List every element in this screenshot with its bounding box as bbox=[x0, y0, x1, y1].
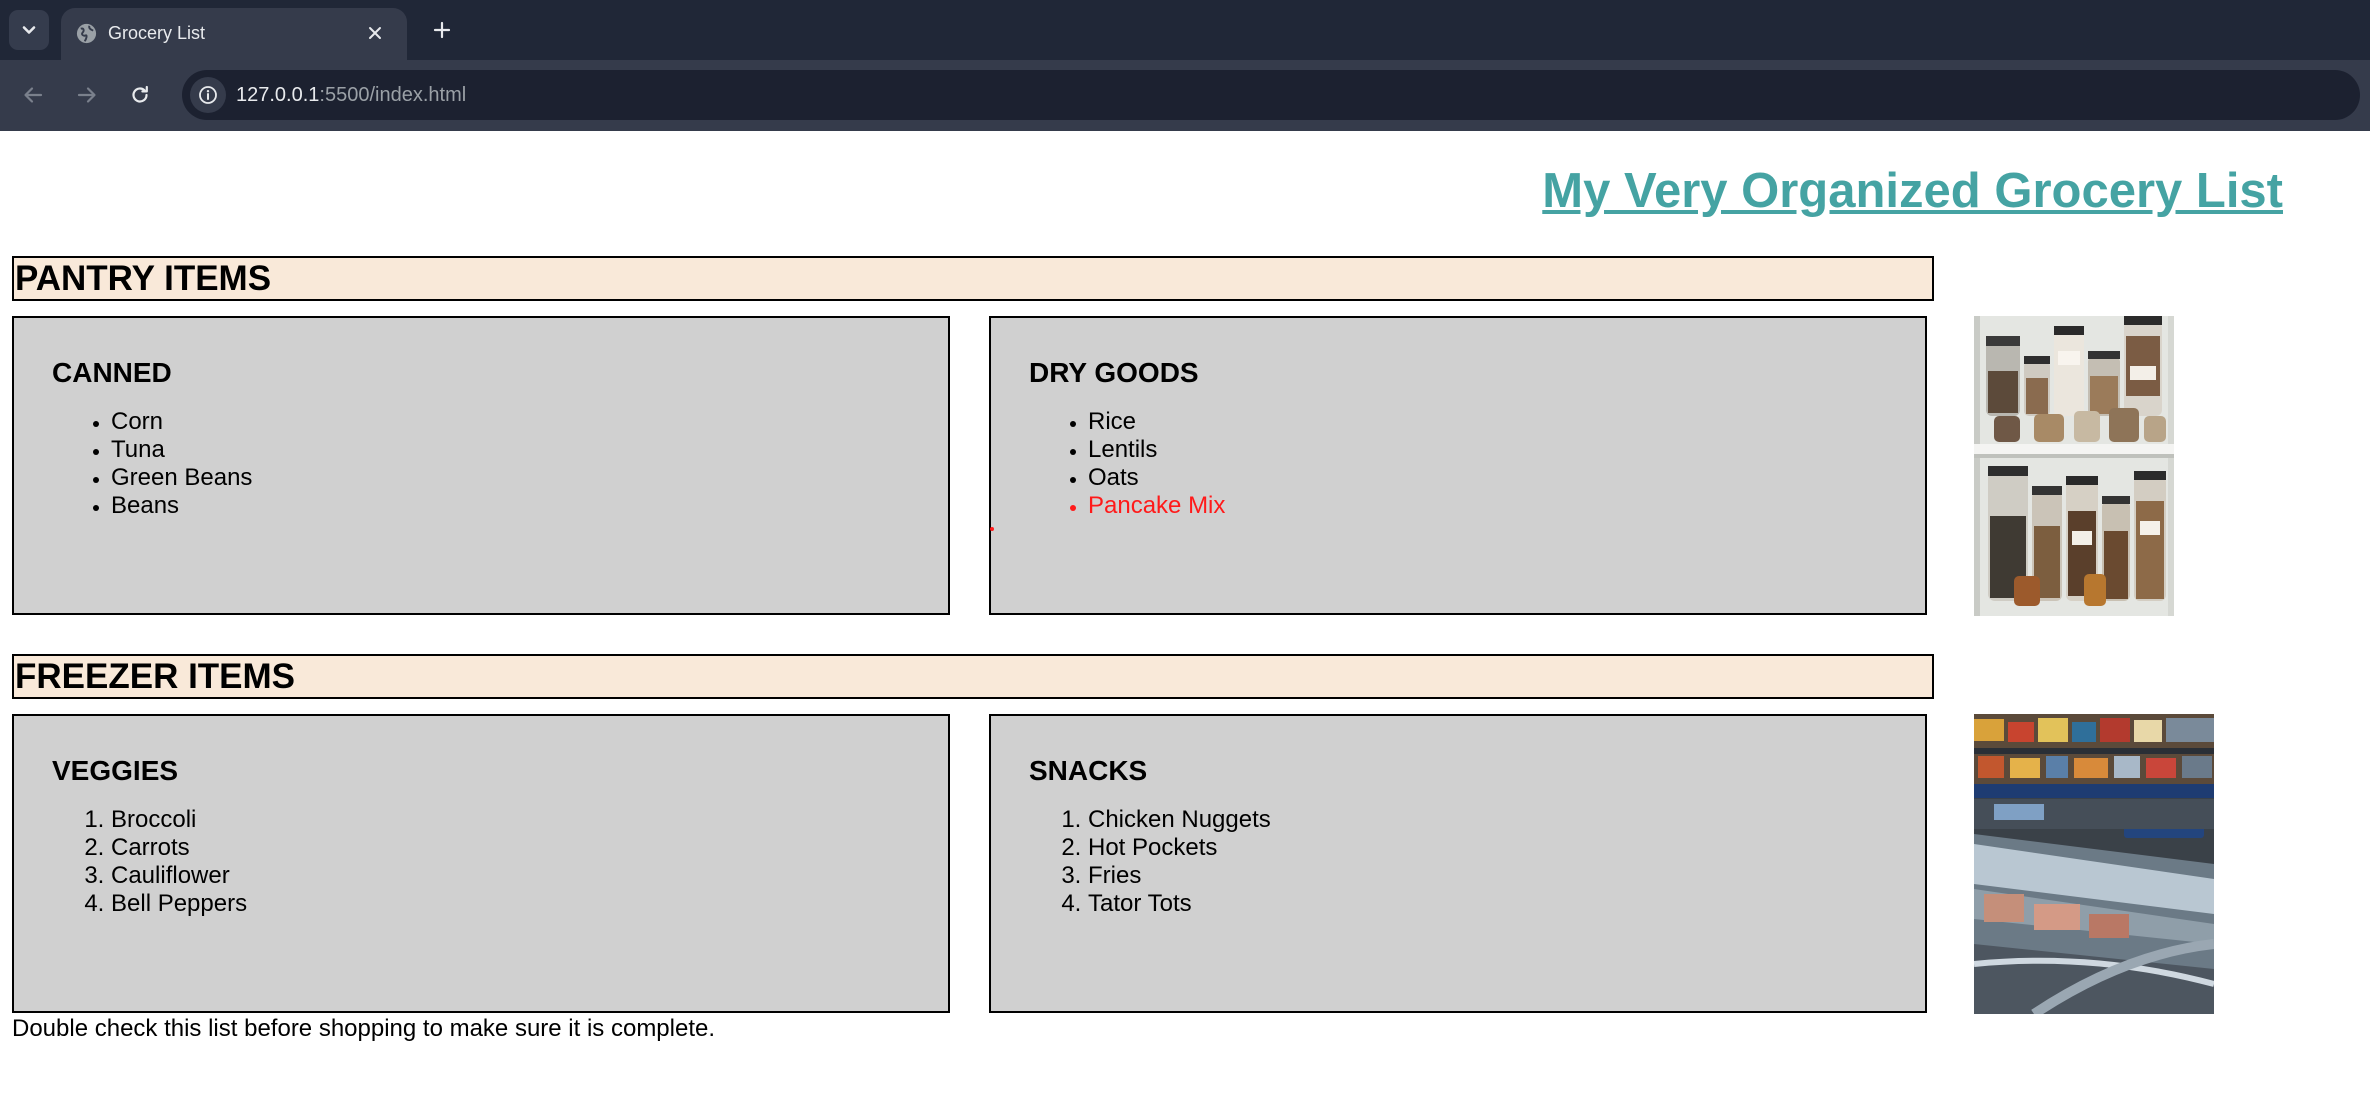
item-list: Broccoli Carrots Cauliflower Bell Pepper… bbox=[52, 806, 910, 918]
info-icon bbox=[199, 86, 217, 104]
list-item: Carrots bbox=[111, 834, 910, 862]
list-item: Green Beans bbox=[111, 464, 910, 492]
list-item: Chicken Nuggets bbox=[1088, 806, 1887, 834]
item-list: Corn Tuna Green Beans Beans bbox=[52, 408, 910, 520]
chevron-down-icon bbox=[22, 26, 36, 34]
pantry-jars-illustration bbox=[1974, 316, 2174, 616]
footer-note: Double check this list before shopping t… bbox=[12, 1015, 716, 1042]
red-marker-dot bbox=[990, 527, 994, 531]
list-item: Cauliflower bbox=[111, 862, 910, 890]
item-list: Rice Lentils Oats Pancake Mix bbox=[1029, 408, 1887, 520]
list-item: Hot Pockets bbox=[1088, 834, 1887, 862]
category-heading: CANNED bbox=[52, 357, 172, 388]
globe-icon bbox=[76, 23, 97, 44]
tab-strip: Grocery List bbox=[0, 0, 2370, 60]
page-content: My Very Organized Grocery List PANTRY IT… bbox=[0, 131, 2370, 1116]
category-heading: DRY GOODS bbox=[1029, 357, 1199, 388]
arrow-left-icon bbox=[24, 87, 43, 103]
list-item: Corn bbox=[111, 408, 910, 436]
list-item: Broccoli bbox=[111, 806, 910, 834]
list-item: Oats bbox=[1088, 464, 1887, 492]
list-item: Rice bbox=[1088, 408, 1887, 436]
list-item: Fries bbox=[1088, 862, 1887, 890]
close-icon bbox=[369, 27, 381, 39]
tab-title: Grocery List bbox=[108, 23, 206, 43]
reload-button[interactable] bbox=[122, 77, 158, 113]
address-bar[interactable]: 127.0.0.1:5500/index.html bbox=[182, 70, 2360, 120]
browser-tab[interactable]: Grocery List bbox=[61, 8, 407, 60]
close-tab-button[interactable] bbox=[363, 21, 387, 45]
reload-icon bbox=[132, 85, 148, 103]
back-button[interactable] bbox=[15, 77, 51, 113]
forward-button[interactable] bbox=[69, 77, 105, 113]
category-box-canned: CANNED Corn Tuna Green Beans Beans bbox=[12, 316, 950, 615]
freezer-aisle-image bbox=[1974, 714, 2214, 1014]
browser-toolbar: 127.0.0.1:5500/index.html bbox=[0, 60, 2370, 131]
list-item-highlighted: Pancake Mix bbox=[1088, 492, 1887, 520]
category-box-snacks: SNACKS Chicken Nuggets Hot Pockets Fries… bbox=[989, 714, 1927, 1013]
arrow-right-icon bbox=[77, 87, 96, 103]
pantry-jars-image bbox=[1974, 316, 2174, 616]
plus-icon bbox=[433, 21, 451, 39]
category-box-dry-goods: DRY GOODS Rice Lentils Oats Pancake Mix bbox=[989, 316, 1927, 615]
url-text[interactable]: 127.0.0.1:5500/index.html bbox=[236, 83, 466, 107]
list-item: Lentils bbox=[1088, 436, 1887, 464]
freezer-aisle-illustration bbox=[1974, 714, 2214, 1014]
new-tab-button[interactable] bbox=[424, 12, 460, 48]
site-info-button[interactable] bbox=[190, 77, 226, 113]
page-title[interactable]: My Very Organized Grocery List bbox=[1542, 161, 2283, 221]
list-item: Tuna bbox=[111, 436, 910, 464]
section-header-pantry: PANTRY ITEMS bbox=[12, 256, 1934, 301]
category-box-veggies: VEGGIES Broccoli Carrots Cauliflower Bel… bbox=[12, 714, 950, 1013]
list-item: Tator Tots bbox=[1088, 890, 1887, 918]
tab-search-button[interactable] bbox=[9, 10, 49, 50]
list-item: Beans bbox=[111, 492, 910, 520]
category-heading: VEGGIES bbox=[52, 755, 179, 786]
item-list: Chicken Nuggets Hot Pockets Fries Tator … bbox=[1029, 806, 1887, 918]
category-heading: SNACKS bbox=[1029, 755, 1148, 786]
section-header-freezer: FREEZER ITEMS bbox=[12, 654, 1934, 699]
list-item: Bell Peppers bbox=[111, 890, 910, 918]
